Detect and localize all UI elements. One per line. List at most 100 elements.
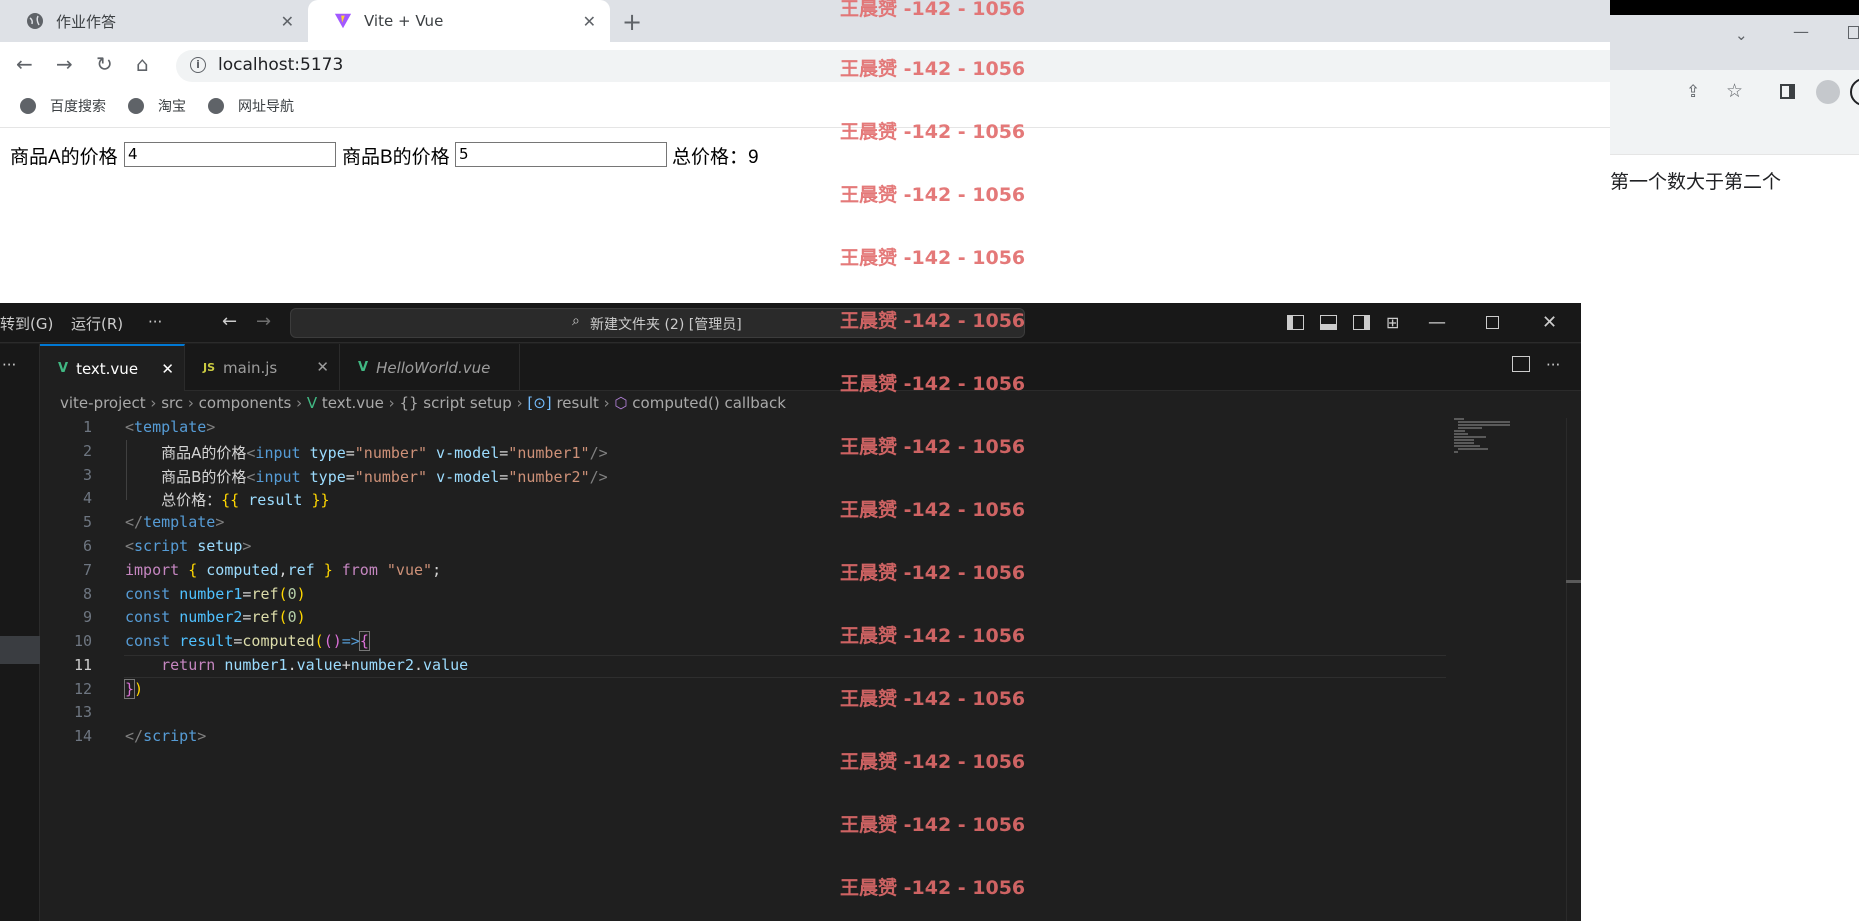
bookmark-label: 百度搜索	[50, 99, 106, 115]
activity-highlight	[0, 636, 40, 664]
close-tab-icon[interactable]: ✕	[316, 358, 329, 376]
side-panel-icon[interactable]	[1780, 84, 1795, 99]
toggle-primary-sidebar-icon[interactable]	[1287, 315, 1304, 330]
close-window-icon[interactable]: ✕	[1542, 312, 1557, 333]
maximize-window-icon[interactable]	[1486, 316, 1499, 329]
breadcrumb: vite-project › src › components › V text…	[60, 394, 786, 412]
star-icon[interactable]: ☆	[1726, 80, 1743, 102]
bookmark-baidu[interactable]: 百度搜索	[20, 96, 106, 116]
code-text: 总价格：	[161, 491, 222, 509]
bookmark-taobao[interactable]: 淘宝	[128, 96, 186, 116]
site-info-icon[interactable]: i	[190, 57, 206, 73]
back-arrow-icon[interactable]: ←	[16, 52, 33, 76]
watermark-text: 王晨赟 -142 - 1056	[840, 688, 1026, 710]
code-text: 商品B的价格	[161, 468, 247, 486]
nav-forward-icon[interactable]: →	[256, 311, 271, 332]
menu-more-icon[interactable]: ···	[148, 313, 162, 331]
watermark-text: 王晨赟 -142 - 1056	[840, 373, 1026, 395]
vue-file-icon: V	[306, 394, 322, 412]
command-center-label: 新建文件夹 (2) [管理员]	[590, 317, 742, 333]
editor-tab-text-vue[interactable]: V text.vue ✕	[40, 344, 185, 391]
forward-arrow-icon[interactable]: →	[56, 52, 73, 76]
editor-more-icon[interactable]: ···	[1546, 356, 1560, 374]
right-window-edge	[1610, 0, 1859, 15]
split-editor-icon[interactable]	[1512, 356, 1530, 372]
variable-icon: [⊙]	[527, 394, 557, 412]
total-price-text: 总价格：9	[672, 147, 759, 168]
browser-tab-vite-vue[interactable]: Vite + Vue ✕	[308, 0, 610, 42]
breadcrumb-item[interactable]: vite-project	[60, 394, 146, 412]
vite-logo-icon	[334, 12, 352, 30]
code-line: </template>	[125, 513, 225, 531]
line-number: 1	[82, 418, 92, 436]
browser-tab-label: 作业作答	[56, 12, 117, 31]
price-b-label: 商品B的价格	[342, 147, 450, 168]
price-b-input[interactable]: 5	[455, 142, 667, 167]
line-number: 8	[82, 585, 92, 603]
code-line: return number1.value+number2.value	[161, 656, 469, 674]
right-window-page	[1610, 156, 1859, 921]
toggle-panel-icon[interactable]	[1320, 315, 1337, 330]
menu-goto[interactable]: 转到(G)	[0, 313, 53, 334]
avatar[interactable]	[1816, 80, 1840, 104]
line-number: 2	[82, 442, 92, 460]
line-number: 13	[73, 703, 92, 721]
bookmark-label: 网址导航	[238, 99, 294, 115]
price-a-label: 商品A的价格	[10, 147, 118, 168]
editor-tab-helloworld-vue[interactable]: V HelloWorld.vue	[340, 344, 520, 391]
watermark-text: 王晨赟 -142 - 1056	[840, 247, 1026, 269]
menu-run[interactable]: 运行(R)	[71, 313, 123, 334]
bookmark-nav[interactable]: 网址导航	[208, 96, 294, 116]
editor-tab-main-js[interactable]: JS main.js ✕	[185, 344, 340, 391]
price-a-input[interactable]: 4	[124, 142, 336, 167]
watermark-text: 王晨赟 -142 - 1056	[840, 625, 1026, 647]
editor-scrollbar[interactable]	[1566, 418, 1581, 921]
minimap[interactable]	[1450, 418, 1565, 921]
activity-bar	[0, 344, 40, 921]
watermark-text: 王晨赟 -142 - 1056	[840, 310, 1026, 332]
nav-back-icon[interactable]: ←	[222, 311, 237, 332]
home-icon[interactable]: ⌂	[136, 52, 149, 76]
watermark-text: 王晨赟 -142 - 1056	[840, 58, 1026, 80]
watermark-text: 王晨赟 -142 - 1056	[840, 751, 1026, 773]
toggle-secondary-sidebar-icon[interactable]	[1353, 315, 1370, 330]
close-tab-icon[interactable]: ✕	[161, 360, 174, 378]
line-number: 3	[82, 466, 92, 484]
address-bar-url[interactable]: localhost:5173	[218, 55, 343, 75]
watermark-text: 王晨赟 -142 - 1056	[840, 499, 1026, 521]
share-icon[interactable]: ⇪	[1686, 82, 1700, 102]
globe-icon	[20, 98, 36, 114]
line-number: 9	[82, 608, 92, 626]
browser-tab-homework[interactable]: 作业作答 ✕	[0, 0, 308, 42]
reload-icon[interactable]: ↻	[96, 52, 113, 76]
code-line: const number2=ref(0)	[125, 608, 306, 626]
breadcrumb-item[interactable]: {} script setup	[399, 394, 511, 412]
code-line: <template>	[125, 418, 216, 436]
breadcrumb-item[interactable]: components	[199, 394, 292, 412]
breadcrumb-item[interactable]: text.vue	[322, 394, 384, 412]
breadcrumb-item[interactable]: result	[556, 394, 598, 412]
code-line: 总价格：{{ result }}	[161, 491, 330, 509]
right-page-text: 第一个数大于第二个	[1610, 172, 1782, 193]
code-line: 商品A的价格<input type="number" v-model="numb…	[161, 444, 608, 462]
minimize-icon[interactable]: —	[1793, 22, 1809, 41]
chevron-down-icon[interactable]: ⌄	[1735, 26, 1748, 44]
new-tab-icon[interactable]: +	[622, 8, 642, 36]
line-number: 6	[82, 537, 92, 555]
breadcrumb-item[interactable]: src	[161, 394, 183, 412]
bookmark-label: 淘宝	[158, 99, 186, 115]
code-line: const number1=ref(0)	[125, 585, 306, 603]
maximize-icon[interactable]	[1848, 26, 1859, 39]
breadcrumb-item[interactable]: computed() callback	[632, 394, 786, 412]
watermark-text: 王晨赟 -142 - 1056	[840, 121, 1026, 143]
scrollbar-thumb[interactable]	[1566, 580, 1581, 583]
code-line: <script setup>	[125, 537, 252, 555]
close-tab-icon[interactable]: ✕	[281, 12, 294, 31]
globe-icon	[128, 98, 144, 114]
code-line: const result=computed(()=>{	[125, 631, 370, 651]
watermark-text: 王晨赟 -142 - 1056	[840, 184, 1026, 206]
customize-layout-icon[interactable]: ⊞	[1386, 313, 1399, 332]
minimize-window-icon[interactable]: —	[1428, 312, 1446, 333]
more-actions-icon[interactable]: ···	[2, 356, 16, 374]
close-tab-icon[interactable]: ✕	[583, 12, 596, 31]
